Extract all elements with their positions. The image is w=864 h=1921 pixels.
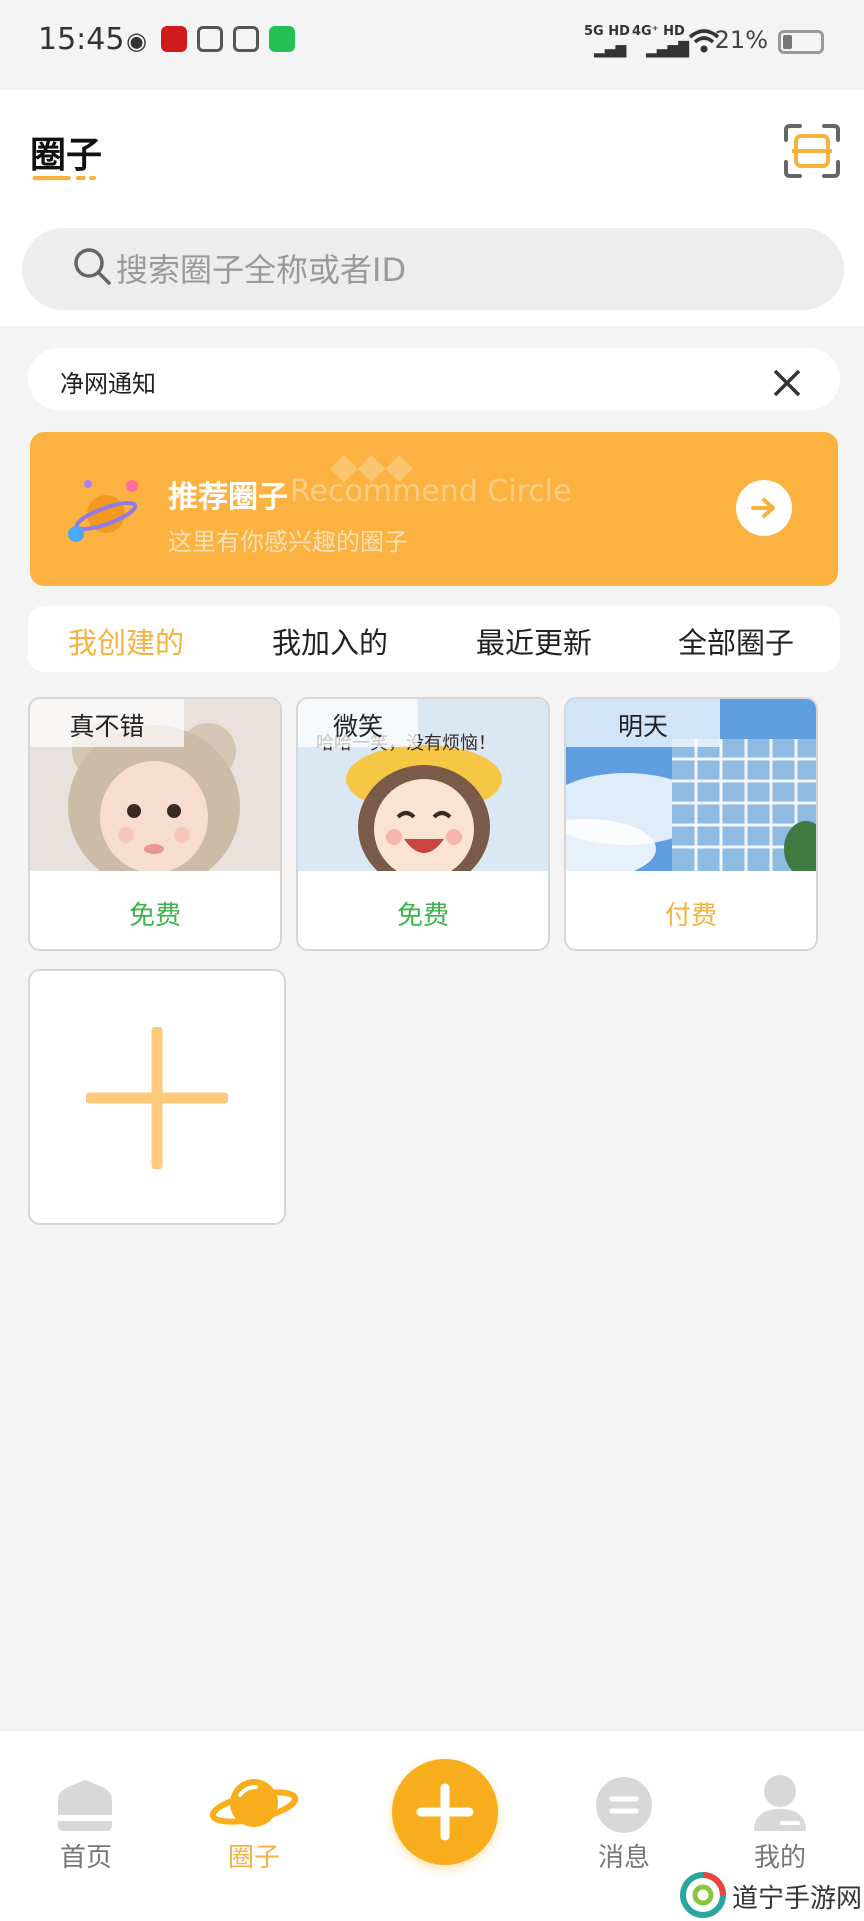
scan-icon[interactable] — [782, 122, 842, 180]
nav-label: 消息 — [597, 1843, 650, 1873]
recommend-banner[interactable]: ◆◆◆ Recommend Circle 推荐圈子 这里有你感兴趣的圈子 — [30, 432, 838, 586]
status-bar: 15:45 ◉ 5G HD ▂▄▆ 4G⁺ HD ▂▄▆█ 21% — [0, 0, 864, 90]
circle-name: 明天 — [617, 712, 668, 741]
notice-bar[interactable]: 净网通知 — [28, 348, 840, 410]
app-red-icon — [161, 26, 187, 52]
watermark: 道宁手游网 — [680, 1872, 864, 1918]
plus-icon — [86, 1027, 228, 1169]
banner-title: 推荐圈子 — [168, 480, 288, 515]
add-circle-button[interactable] — [28, 969, 286, 1225]
watermark-text: 道宁手游网 — [732, 1884, 863, 1914]
planet-illustration-icon — [68, 480, 138, 542]
title-underline — [32, 176, 96, 181]
circle-name-tag: 真不错 — [30, 699, 184, 747]
watermark-logo-icon — [680, 1872, 726, 1918]
circle-name: 微笑 — [332, 712, 383, 741]
tab-all[interactable]: 全部圈子 — [678, 620, 794, 662]
circle-card[interactable]: 明天 付费 — [564, 697, 818, 951]
search-input[interactable] — [114, 228, 818, 312]
weibo-icon: ◉ — [126, 27, 147, 55]
search-bar[interactable] — [22, 228, 844, 312]
tab-recent[interactable]: 最近更新 — [476, 620, 592, 662]
circle-price: 付费 — [664, 901, 717, 931]
circle-card[interactable]: 哈哈一笑，没有烦恼！ 微笑 免费 — [296, 697, 550, 951]
circle-name-tag: 微笑 — [298, 699, 418, 747]
circle-name-tag: 明天 — [566, 699, 720, 747]
app-chat-icon — [233, 26, 259, 52]
arrow-right-icon — [751, 498, 775, 518]
page-title: 圈子 — [30, 135, 103, 176]
publish-button[interactable] — [392, 1759, 498, 1865]
planet-icon — [210, 1779, 298, 1827]
circle-price: 免费 — [396, 901, 449, 931]
signal-5g-label: 5G HD — [584, 24, 630, 39]
profile-icon — [754, 1775, 806, 1831]
status-time: 15:45 — [38, 22, 125, 57]
notice-text: 净网通知 — [60, 370, 156, 398]
home-icon — [58, 1780, 112, 1831]
nav-home[interactable]: 首页 — [16, 1731, 156, 1921]
tab-joined[interactable]: 我加入的 — [272, 620, 388, 662]
signal-bars-icon: ▂▄▆█ — [646, 42, 690, 58]
banner-title-en: Recommend Circle — [290, 474, 572, 509]
battery-percent: 21% — [714, 26, 768, 54]
banner-desc: 这里有你感兴趣的圈子 — [168, 528, 408, 556]
nav-label: 首页 — [59, 1843, 112, 1873]
wechat-icon — [269, 26, 295, 52]
nav-circle[interactable]: 圈子 — [184, 1731, 324, 1921]
nav-label: 我的 — [753, 1843, 806, 1873]
circle-name: 真不错 — [69, 712, 145, 741]
message-icon — [596, 1777, 652, 1833]
circle-card[interactable]: 真不错 免费 — [28, 697, 282, 951]
nav-message[interactable]: 消息 — [554, 1731, 694, 1921]
nav-label: 圈子 — [227, 1843, 280, 1873]
plus-icon — [416, 1783, 474, 1841]
app-circle-icon — [197, 26, 223, 52]
banner-arrow-button[interactable] — [736, 480, 792, 536]
close-icon[interactable] — [772, 368, 802, 398]
tab-created[interactable]: 我创建的 — [68, 620, 184, 662]
signal-4g-label: 4G⁺ HD — [632, 24, 685, 39]
circle-price: 免费 — [128, 901, 181, 931]
search-icon — [74, 248, 111, 285]
tab-bar: 我创建的 我加入的 最近更新 全部圈子 — [28, 606, 840, 672]
battery-icon — [778, 30, 824, 54]
signal-bars-icon: ▂▄▆ — [594, 42, 627, 58]
